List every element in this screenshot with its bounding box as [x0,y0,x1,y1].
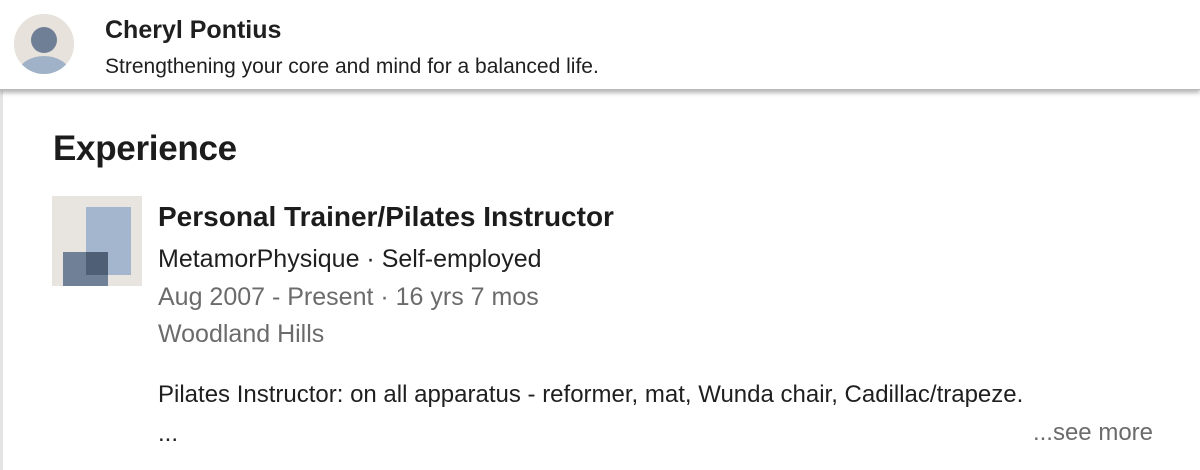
person-icon [14,14,74,74]
company-logo-icon[interactable] [52,196,142,286]
job-title[interactable]: Personal Trainer/Pilates Instructor [158,201,614,233]
sticky-profile-header: Cheryl Pontius Strengthening your core a… [0,0,1200,90]
job-description-ellipsis: ... [158,420,179,447]
profile-name[interactable]: Cheryl Pontius [105,16,281,45]
job-location: Woodland Hills [158,320,325,348]
profile-headline: Strengthening your core and mind for a b… [105,55,599,78]
job-dates: Aug 2007 - Present · 16 yrs 7 mos [158,283,539,311]
experience-card: Experience Personal Trainer/Pilates Inst… [0,89,1200,470]
see-more-button[interactable]: ...see more [1033,419,1153,447]
section-title: Experience [53,129,237,168]
profile-page: Cheryl Pontius Strengthening your core a… [0,0,1200,470]
job-company: MetamorPhysique · Self-employed [158,245,542,273]
avatar[interactable] [14,14,74,74]
job-description: Pilates Instructor: on all apparatus - r… [158,381,1024,408]
